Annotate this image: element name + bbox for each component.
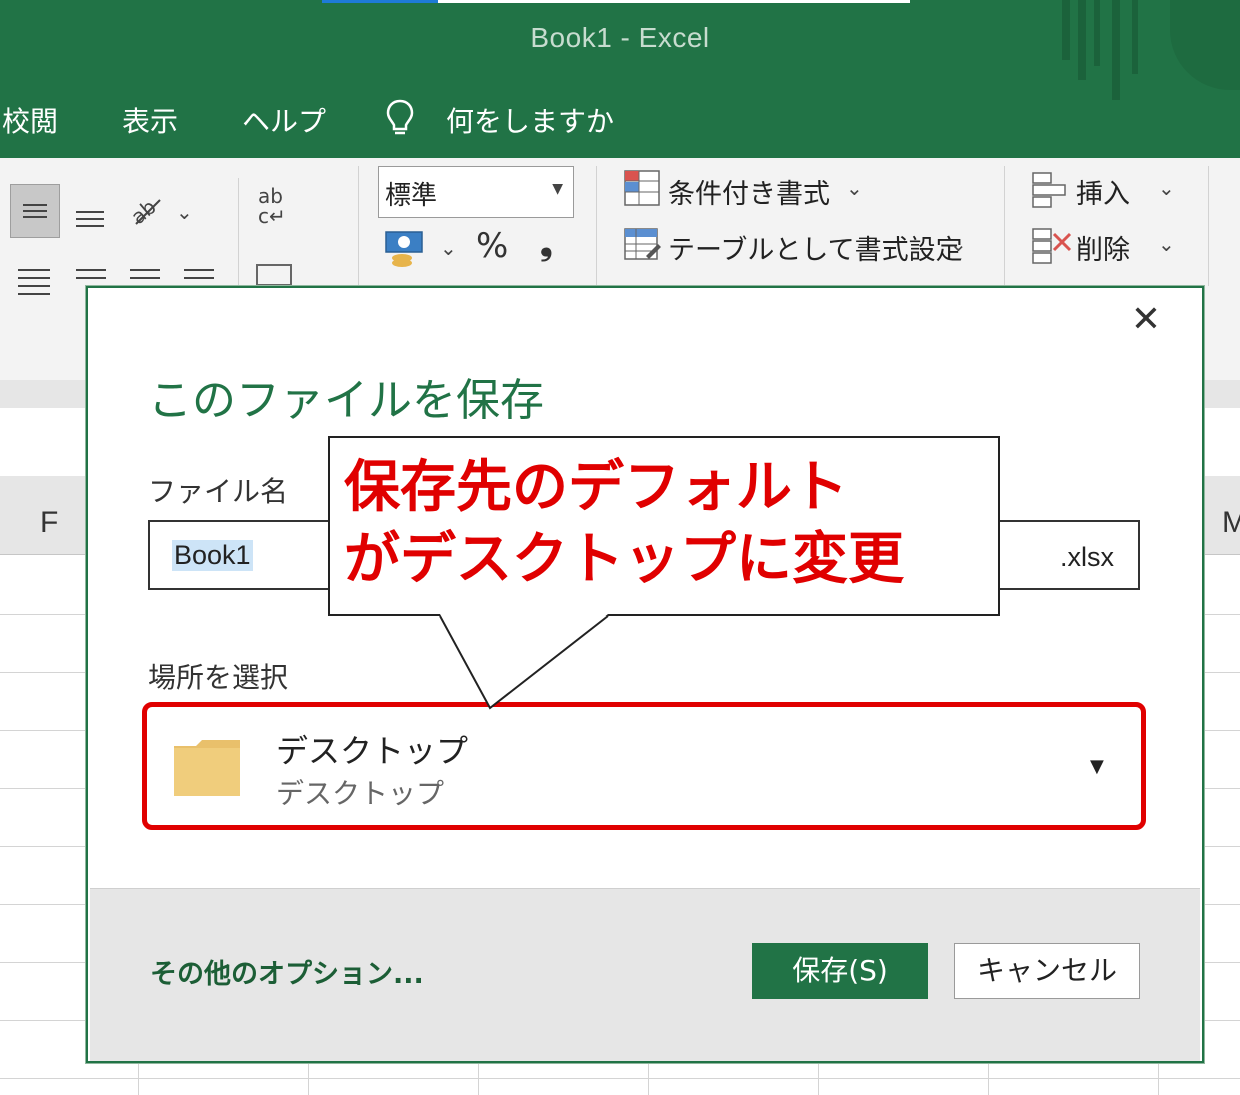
tab-view[interactable]: 表示 (122, 100, 178, 140)
grid-col-line (138, 1060, 139, 1095)
percent-style-button[interactable]: % (476, 226, 508, 266)
column-header-f[interactable]: F (40, 506, 58, 540)
orientation-icon[interactable]: ab (126, 190, 166, 230)
folder-icon (174, 740, 240, 796)
chevron-down-icon[interactable]: ⌄ (846, 176, 863, 200)
location-path: デスクトップ (276, 777, 445, 810)
annotation-line-1: 保存先のデフォルト (344, 455, 848, 520)
grid-row-line (0, 1078, 1240, 1079)
grid-col-line (988, 1060, 989, 1095)
column-header-m[interactable]: M (1222, 506, 1240, 540)
cancel-button[interactable]: キャンセル (954, 943, 1140, 999)
search-bar-accent (322, 0, 438, 3)
ribbon-separator (1208, 166, 1209, 286)
delete-cells-icon (1032, 228, 1072, 264)
tab-help[interactable]: ヘルプ (242, 100, 326, 140)
decor-bar (1132, 0, 1138, 74)
location-label: 場所を選択 (148, 661, 289, 694)
chevron-down-icon[interactable]: ⌄ (1158, 232, 1175, 256)
conditional-format-icon (624, 170, 660, 206)
grid-col-line (478, 1060, 479, 1095)
format-as-table-icon (624, 228, 661, 260)
grid-col-line (308, 1060, 309, 1095)
insert-cells-icon (1032, 172, 1066, 208)
align-bottom-icon[interactable] (70, 196, 110, 232)
annotation-text: 保存先のデフォルト がデスクトップに変更 (344, 452, 994, 596)
more-options-link[interactable]: その他のオプション... (150, 952, 424, 991)
align-middle-button[interactable] (10, 184, 60, 238)
location-name: デスクトップ (276, 732, 469, 770)
close-icon[interactable]: ✕ (1126, 300, 1166, 340)
grid-col-line (1158, 1060, 1159, 1095)
ribbon-separator (1004, 166, 1005, 286)
save-button[interactable]: 保存(S) (752, 943, 928, 999)
dialog-title: このファイルを保存 (148, 375, 544, 426)
tab-review[interactable]: 校閲 (2, 100, 58, 140)
filename-value[interactable]: Book1 (172, 540, 253, 571)
dropdown-arrow-icon: ▼ (552, 181, 563, 197)
file-extension: .xlsx (1060, 542, 1114, 572)
decor-bar (1112, 0, 1120, 100)
number-format-value: 標準 (385, 181, 438, 211)
ribbon-separator (596, 166, 597, 286)
svg-text:ab: ab (126, 195, 161, 229)
tell-me-search[interactable]: 何をしますか (446, 100, 614, 140)
number-format-select[interactable]: 標準 ▼ (378, 166, 574, 218)
chevron-down-icon[interactable]: ⌄ (1158, 176, 1175, 200)
insert-button[interactable]: 挿入 (1076, 172, 1130, 211)
align-middle-icon (23, 204, 47, 218)
ribbon-separator (238, 178, 239, 288)
comma-style-button[interactable]: ❟ (540, 224, 553, 263)
chevron-down-icon[interactable]: ⌄ (440, 236, 457, 260)
wrap-text-glyph: ab c↵ (258, 184, 286, 228)
ribbon-separator (358, 166, 359, 286)
grid-col-line (818, 1060, 819, 1095)
delete-button[interactable]: 削除 (1076, 228, 1130, 267)
currency-icon[interactable] (382, 228, 426, 268)
grid-col-line (648, 1060, 649, 1095)
chevron-down-icon[interactable]: ⌄ (176, 200, 193, 224)
chevron-down-icon[interactable]: ⌄ (950, 232, 967, 256)
dropdown-arrow-icon[interactable]: ▼ (1090, 756, 1104, 777)
wrap-text-icon[interactable]: ab c↵ (258, 186, 298, 226)
annotation-line-2: がデスクトップに変更 (344, 527, 904, 592)
align-left-icon[interactable] (14, 262, 54, 302)
decor-bar (1078, 0, 1086, 80)
format-as-table-button[interactable]: テーブルとして書式設定 (668, 228, 963, 267)
decor-bar (1094, 0, 1100, 66)
decor-bar (1062, 0, 1070, 60)
merge-cells-icon[interactable] (256, 264, 292, 286)
window-title: Book1 - Excel (530, 22, 710, 53)
filename-label: ファイル名 (148, 475, 289, 508)
lightbulb-icon (386, 99, 414, 135)
conditional-format-button[interactable]: 条件付き書式 (668, 172, 830, 211)
